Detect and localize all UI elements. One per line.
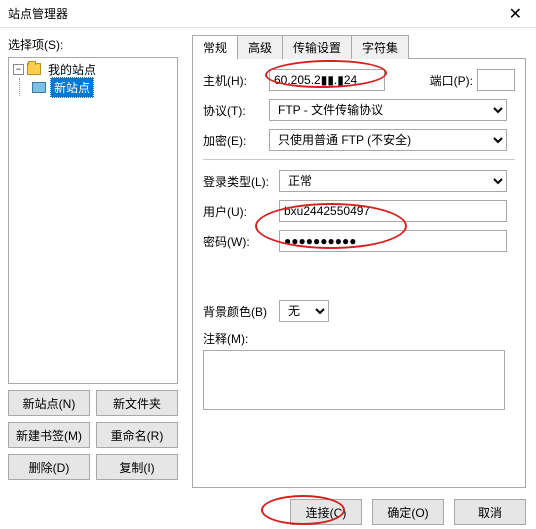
logintype-label: 登录类型(L): xyxy=(203,173,279,190)
rename-button[interactable]: 重命名(R) xyxy=(96,422,178,448)
encryption-select[interactable]: 只使用普通 FTP (不安全) xyxy=(269,129,507,151)
tree-root[interactable]: − 我的站点 xyxy=(11,60,175,78)
comment-textarea[interactable] xyxy=(203,350,505,410)
tab-charset[interactable]: 字符集 xyxy=(351,35,409,59)
encryption-label: 加密(E): xyxy=(203,132,269,149)
port-input[interactable] xyxy=(477,69,515,91)
general-panel: 主机(H): 端口(P): 协议(T): FTP - 文件传输协议 加密(E):… xyxy=(192,58,526,488)
comment-label: 注释(M): xyxy=(203,330,248,347)
cancel-button[interactable]: 取消 xyxy=(454,499,526,525)
ok-button[interactable]: 确定(O) xyxy=(372,499,444,525)
bgcolor-label: 背景颜色(B) xyxy=(203,303,279,320)
new-folder-button[interactable]: 新文件夹 xyxy=(96,390,178,416)
copy-button[interactable]: 复制(I) xyxy=(96,454,178,480)
connect-button[interactable]: 连接(C) xyxy=(290,499,362,525)
divider xyxy=(203,159,515,160)
server-icon xyxy=(32,82,46,93)
host-label: 主机(H): xyxy=(203,72,269,89)
folder-icon xyxy=(27,63,41,75)
tabs: 常规 高级 传输设置 字符集 xyxy=(192,35,526,59)
password-label: 密码(W): xyxy=(203,233,279,250)
password-input[interactable] xyxy=(279,230,507,252)
new-bookmark-button[interactable]: 新建书签(M) xyxy=(8,422,90,448)
left-pane: 选择项(S): − 我的站点 新站点 新站点(N) 新文件夹 新建书签(M) 重… xyxy=(0,28,186,488)
port-label: 端口(P): xyxy=(430,72,473,89)
user-label: 用户(U): xyxy=(203,203,279,220)
protocol-label: 协议(T): xyxy=(203,102,269,119)
bgcolor-select[interactable]: 无 xyxy=(279,300,329,322)
logintype-select[interactable]: 正常 xyxy=(279,170,507,192)
site-tree[interactable]: − 我的站点 新站点 xyxy=(8,57,178,384)
tree-child-label[interactable]: 新站点 xyxy=(50,77,94,98)
host-input[interactable] xyxy=(269,69,385,91)
new-site-button[interactable]: 新站点(N) xyxy=(8,390,90,416)
footer-buttons: 连接(C) 确定(O) 取消 xyxy=(290,499,526,525)
close-icon[interactable]: ✕ xyxy=(503,4,528,24)
titlebar: 站点管理器 ✕ xyxy=(0,0,536,28)
tab-advanced[interactable]: 高级 xyxy=(237,35,283,59)
left-button-grid: 新站点(N) 新文件夹 新建书签(M) 重命名(R) 删除(D) 复制(I) xyxy=(8,390,178,480)
collapse-icon[interactable]: − xyxy=(13,64,24,75)
window-title: 站点管理器 xyxy=(8,5,503,22)
delete-button[interactable]: 删除(D) xyxy=(8,454,90,480)
tab-general[interactable]: 常规 xyxy=(192,35,238,59)
protocol-select[interactable]: FTP - 文件传输协议 xyxy=(269,99,507,121)
tree-child[interactable]: 新站点 xyxy=(22,78,175,96)
tab-transfer[interactable]: 传输设置 xyxy=(282,35,352,59)
right-pane: 常规 高级 传输设置 字符集 主机(H): 端口(P): 协议(T): FTP … xyxy=(186,28,536,488)
select-label: 选择项(S): xyxy=(8,36,178,53)
user-input[interactable] xyxy=(279,200,507,222)
